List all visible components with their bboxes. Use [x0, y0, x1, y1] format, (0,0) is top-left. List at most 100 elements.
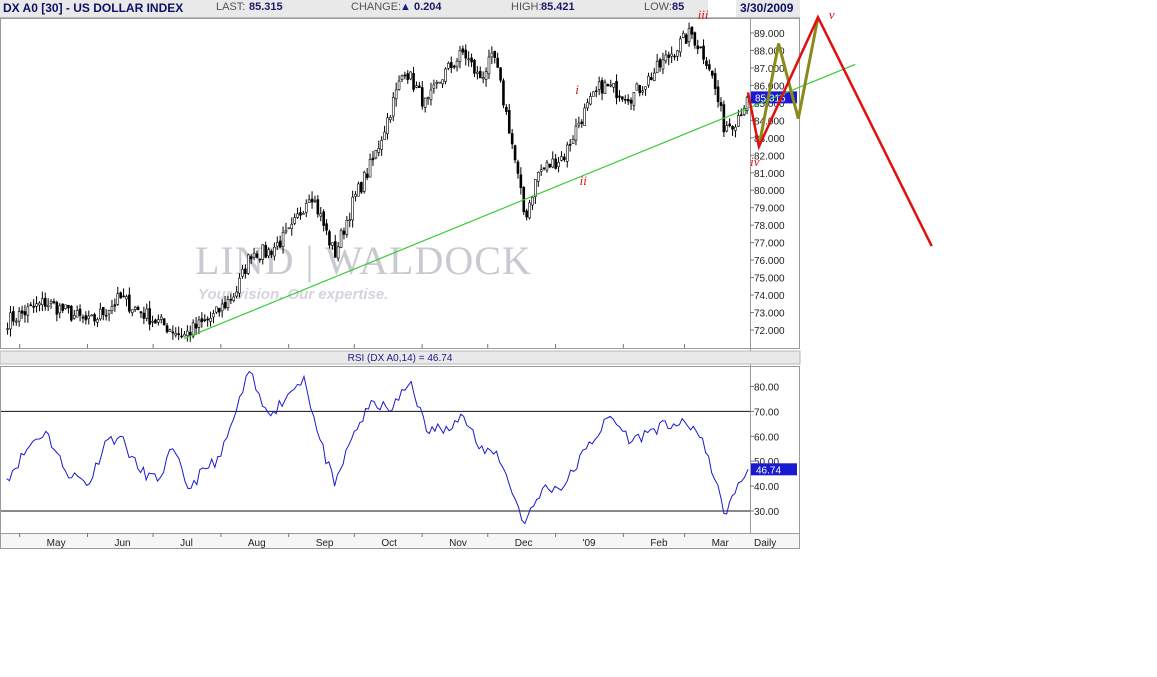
price-candle [81, 314, 85, 324]
price-rsi-chart: RSI (DX A0,14) = 46.74 LIND | WALDOCK Yo… [0, 7, 933, 549]
wave-label: ii [580, 173, 588, 188]
price-candle [444, 67, 447, 85]
price-candle [467, 51, 470, 67]
price-candle [159, 313, 163, 324]
rsi-y-tick-label: 80.00 [754, 383, 779, 394]
price-candle [389, 115, 392, 123]
price-candle [287, 227, 291, 230]
price-candle [615, 74, 618, 105]
price-candle [415, 81, 418, 89]
price-candle [609, 79, 613, 88]
price-candle [400, 74, 404, 83]
price-candle [96, 317, 99, 328]
price-candle [536, 171, 540, 187]
price-candle [586, 98, 589, 111]
price-candle [101, 306, 105, 321]
price-candle [174, 327, 178, 338]
price-candle [461, 45, 465, 56]
price-candle [487, 49, 491, 80]
price-candle [339, 228, 343, 249]
price-candle [626, 94, 630, 106]
price-y-tick-label: 89.000 [754, 29, 785, 40]
price-candle [104, 308, 108, 321]
price-y-tick-label: 76.000 [754, 256, 785, 267]
x-tick-label: Aug [248, 538, 266, 549]
price-candle [29, 302, 33, 307]
price-candle [391, 92, 395, 122]
price-candle [183, 330, 186, 337]
price-candle [490, 46, 494, 65]
price-candle [32, 299, 35, 313]
price-candle [215, 306, 218, 314]
price-candle [502, 78, 505, 109]
price-candle [325, 219, 328, 236]
rsi-y-tick-label: 70.00 [754, 407, 779, 418]
price-candle [246, 253, 250, 275]
price-candle [380, 136, 383, 156]
x-tick-label: Jun [114, 538, 130, 549]
price-candle [438, 81, 441, 84]
price-candle [186, 325, 189, 342]
price-candle [519, 167, 523, 195]
price-candle [386, 112, 389, 140]
price-candle [650, 72, 653, 81]
price-y-tick-label: 87.000 [754, 64, 785, 75]
price-candle [632, 91, 636, 111]
price-candle [455, 57, 459, 72]
chart-frame: RSI (DX A0,14) = 46.74 [0, 18, 801, 549]
price-candle [708, 59, 711, 72]
price-candle [345, 216, 349, 238]
price-candle [647, 72, 650, 88]
price-candle [316, 195, 320, 218]
price-candle [12, 306, 15, 326]
price-candle [9, 306, 12, 337]
price-candle [728, 118, 731, 128]
price-candle [606, 83, 610, 87]
x-axis: May Jun Jul Aug Sep Oct Nov Dec '09 Feb Mar Daily [19, 344, 776, 549]
x-tick-label: May [47, 538, 66, 549]
price-candle [151, 315, 154, 328]
price-y-tick-label: 81.000 [754, 169, 785, 180]
price-candle [148, 300, 151, 331]
price-candle [560, 151, 563, 162]
price-candle [177, 326, 180, 341]
price-candle [423, 97, 427, 113]
price-candle [67, 304, 70, 314]
price-candle [310, 191, 314, 209]
price-candle [354, 191, 357, 202]
price-candle [70, 304, 73, 322]
price-candle [638, 84, 642, 97]
price-candle [171, 325, 175, 340]
price-candle [505, 104, 508, 115]
price-candle [93, 312, 96, 326]
price-candle [357, 181, 360, 197]
price-candle [635, 82, 639, 91]
price-candle [394, 82, 398, 107]
price-candle [745, 95, 749, 114]
price-candle [420, 81, 424, 110]
price-candle [84, 311, 88, 325]
price-candle [35, 296, 38, 313]
price-candle [142, 306, 146, 325]
price-y-tick-label: 73.000 [754, 309, 785, 320]
price-candle [119, 291, 122, 299]
price-candle [548, 163, 552, 169]
price-candle [203, 314, 207, 323]
price-y-tick-label: 77.000 [754, 239, 785, 250]
price-y-tick-label: 72.000 [754, 326, 785, 337]
price-candle [212, 309, 215, 324]
wave-label: iv [750, 154, 760, 169]
price-candle [46, 298, 50, 312]
price-candle [72, 309, 76, 320]
price-candle [513, 144, 517, 164]
price-candle [478, 66, 482, 79]
price-candle [374, 149, 378, 160]
price-candle [725, 120, 729, 133]
price-candle [589, 92, 592, 106]
price-candle [165, 322, 169, 334]
x-tick-label: Nov [449, 538, 467, 549]
price-candle [563, 153, 566, 162]
price-candle [429, 82, 433, 106]
price-candle [64, 304, 67, 310]
price-candle [194, 317, 198, 335]
